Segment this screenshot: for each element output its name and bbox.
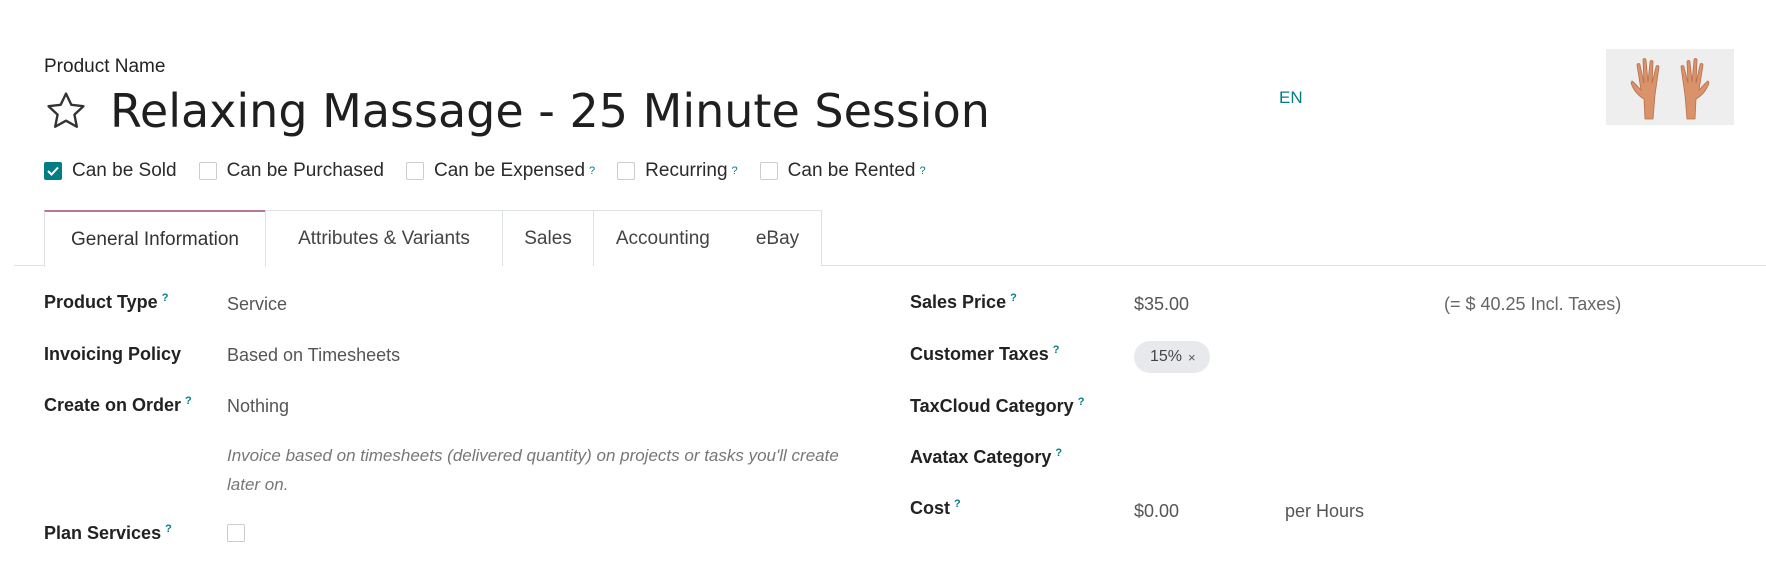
price-incl-taxes: (= $ 40.25 Incl. Taxes) <box>1444 294 1622 314</box>
cost-unit: per Hours <box>1285 501 1365 521</box>
recurring-label: Recurring <box>645 160 728 181</box>
title-row: Relaxing Massage - 25 Minute Session <box>44 84 990 138</box>
tab-ebay[interactable]: eBay <box>756 228 799 250</box>
can-be-expensed-option[interactable]: Can be Expensed ? <box>405 160 595 182</box>
help-icon[interactable]: ? <box>162 292 169 304</box>
tab-accounting[interactable]: Accounting <box>616 228 710 250</box>
avatax-category-label: Avatax Category? <box>910 447 1063 467</box>
can-be-expensed-checkbox[interactable] <box>405 162 424 180</box>
tab-general-information[interactable]: General Information <box>44 210 266 267</box>
create-on-order-label: Create on Order? <box>44 395 192 415</box>
product-name-label: Product Name <box>44 56 166 77</box>
hands-image-icon <box>1630 58 1710 120</box>
help-icon[interactable]: ? <box>185 395 192 407</box>
cost-label: Cost? <box>910 498 961 518</box>
language-button[interactable]: EN <box>1279 88 1303 108</box>
can-be-sold-label: Can be Sold <box>72 160 177 181</box>
product-options-row: Can be Sold Can be Purchased Can be Expe… <box>44 160 948 182</box>
help-icon[interactable]: ? <box>1053 344 1060 356</box>
notebook-tabs: General Information Attributes & Variant… <box>14 210 1766 267</box>
invoice-policy-help-text: Invoice based on timesheets (delivered q… <box>227 446 839 494</box>
help-icon[interactable]: ? <box>732 165 738 177</box>
product-image[interactable] <box>1606 49 1734 125</box>
star-icon[interactable] <box>44 89 88 133</box>
plan-services-checkbox[interactable] <box>227 524 245 542</box>
help-icon[interactable]: ? <box>165 523 172 535</box>
tag-remove-icon[interactable]: × <box>1188 350 1196 365</box>
customer-taxes-label: Customer Taxes? <box>910 344 1060 364</box>
recurring-checkbox[interactable] <box>617 162 636 180</box>
cost-value[interactable]: $0.00 <box>1134 501 1179 522</box>
plan-services-label: Plan Services? <box>44 523 172 543</box>
product-title-input[interactable]: Relaxing Massage - 25 Minute Session <box>110 84 990 138</box>
product-type-value[interactable]: Service <box>227 294 287 315</box>
can-be-purchased-checkbox[interactable] <box>198 162 217 180</box>
help-icon[interactable]: ? <box>589 165 595 177</box>
product-type-label: Product Type? <box>44 292 169 312</box>
tax-tag-label: 15% <box>1150 348 1183 365</box>
can-be-rented-checkbox[interactable] <box>759 162 778 180</box>
can-be-rented-option[interactable]: Can be Rented ? <box>759 160 926 182</box>
tab-attributes-variants[interactable]: Attributes & Variants <box>265 210 503 266</box>
help-icon[interactable]: ? <box>919 165 925 177</box>
sales-price-label: Sales Price? <box>910 292 1017 312</box>
can-be-rented-label: Can be Rented <box>787 160 916 181</box>
help-icon[interactable]: ? <box>954 498 961 510</box>
checkmark-icon <box>47 166 59 176</box>
help-icon[interactable]: ? <box>1010 292 1017 304</box>
create-on-order-value[interactable]: Nothing <box>227 396 289 417</box>
invoicing-policy-label: Invoicing Policy <box>44 344 182 364</box>
tab-sales[interactable]: Sales <box>502 210 594 266</box>
can-be-purchased-option[interactable]: Can be Purchased <box>198 160 384 182</box>
tab-accounting-ebay: Accounting eBay <box>593 210 822 266</box>
can-be-purchased-label: Can be Purchased <box>226 160 384 181</box>
can-be-sold-option[interactable]: Can be Sold <box>44 160 177 182</box>
help-icon[interactable]: ? <box>1055 447 1062 459</box>
invoicing-policy-value[interactable]: Based on Timesheets <box>227 345 400 366</box>
help-icon[interactable]: ? <box>1078 396 1085 408</box>
taxcloud-category-label: TaxCloud Category? <box>910 396 1085 416</box>
can-be-expensed-label: Can be Expensed <box>433 160 586 181</box>
sales-price-value[interactable]: $35.00 <box>1134 294 1189 315</box>
recurring-option[interactable]: Recurring ? <box>617 160 738 182</box>
can-be-sold-checkbox[interactable] <box>44 162 62 180</box>
tax-tag[interactable]: 15% × <box>1134 341 1210 373</box>
